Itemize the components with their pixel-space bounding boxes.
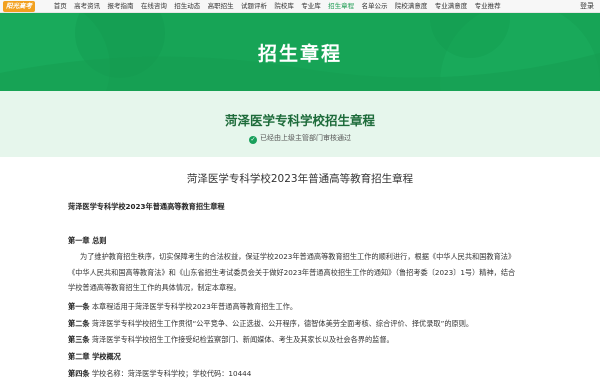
article-3: 第三条 菏泽医学专科学校招生工作接受纪检监察部门、新闻媒体、考生及其家长以及社会… <box>68 335 394 345</box>
chapter-heading: 第一章 总则 <box>68 236 107 245</box>
site-logo[interactable]: 阳光高考 <box>3 1 35 12</box>
check-icon: ✓ <box>249 136 257 144</box>
article-text: 本章程适用于菏泽医学专科学校2023年普通高等教育招生工作。 <box>89 302 298 311</box>
nav-item[interactable]: 招生动态 <box>171 0 204 13</box>
article-text: 菏泽医学专科学校招生工作贯彻“公平竞争、公正选拔、公开程序，德智体美劳全面考核、… <box>89 319 474 328</box>
nav-item[interactable]: 首页 <box>50 0 70 13</box>
article-2: 第二条 菏泽医学专科学校招生工作贯彻“公平竞争、公正选拔、公开程序，德智体美劳全… <box>68 319 473 329</box>
article-text: 菏泽医学专科学校招生工作接受纪检监察部门、新闻媒体、考生及其家长以及社会各界的监… <box>89 335 394 344</box>
article-1: 第一条 本章程适用于菏泽医学专科学校2023年普通高等教育招生工作。 <box>68 302 297 312</box>
nav-item[interactable]: 高职招生 <box>204 0 237 13</box>
nav-item[interactable]: 报考指南 <box>104 0 137 13</box>
nav-item[interactable]: 在线咨询 <box>137 0 170 13</box>
login-link[interactable]: 登录 <box>580 0 594 13</box>
nav-item[interactable]: 专业库 <box>298 0 325 13</box>
top-navigation-bar: 阳光高考 首页 高考资讯 报考指南 在线咨询 招生动态 高职招生 试题评析 院校库 专业库 招生章… <box>0 0 600 13</box>
banner-title: 招生章程 <box>257 43 342 65</box>
verification-notice: ✓ 已经由上级主管部门审核通过 <box>0 133 600 144</box>
paragraph-line: 为了维护教育招生秩序，切实保障考生的合法权益，保证学校2023年普通高等教育招生… <box>80 252 516 261</box>
chapter-heading: 第二章 学校概况 <box>68 352 121 361</box>
paragraph-line: 学校普通高等教育招生工作的具体情况，制定本章程。 <box>68 283 241 292</box>
article-label: 第二条 <box>68 319 90 328</box>
article-label: 第三条 <box>68 335 90 344</box>
article-4: 第四条 学校名称：菏泽医学专科学校；学校代码：10444 <box>68 369 251 379</box>
document-title: 菏泽医学专科学校2023年普通高等教育招生章程 <box>186 173 414 185</box>
article-label: 第一条 <box>68 302 90 311</box>
document-subtitle: 菏泽医学专科学校2023年普通高等教育招生章程 <box>68 202 225 211</box>
article-text: 学校名称：菏泽医学专科学校；学校代码：10444 <box>89 369 252 378</box>
nav-links: 首页 高考资讯 报考指南 在线咨询 招生动态 高职招生 试题评析 院校库 专业库 招生章程 名单公示… <box>50 0 504 13</box>
nav-item[interactable]: 招生章程 <box>324 0 357 13</box>
nav-item[interactable]: 试题评析 <box>237 0 270 13</box>
school-title: 菏泽医学专科学校招生章程 <box>224 113 375 128</box>
nav-item[interactable]: 高考资讯 <box>70 0 103 13</box>
nav-item[interactable]: 专业满意度 <box>431 0 471 13</box>
nav-item[interactable]: 专业推荐 <box>471 0 504 13</box>
regulation-document: 菏泽医学专科学校2023年普通高等教育招生章程 菏泽医学专科学校2023年普通高… <box>0 157 600 391</box>
nav-item[interactable]: 院校库 <box>271 0 298 13</box>
nav-item[interactable]: 名单公示 <box>358 0 391 13</box>
article-label: 第四条 <box>68 369 90 378</box>
nav-item[interactable]: 院校满意度 <box>391 0 431 13</box>
paragraph-line: 《中华人民共和国高等教育法》和《山东省招生考试委员会关于做好2023年普通高校招… <box>68 268 516 277</box>
page-banner: 招生章程 <box>0 13 600 91</box>
verification-text: 已经由上级主管部门审核通过 <box>260 134 351 142</box>
